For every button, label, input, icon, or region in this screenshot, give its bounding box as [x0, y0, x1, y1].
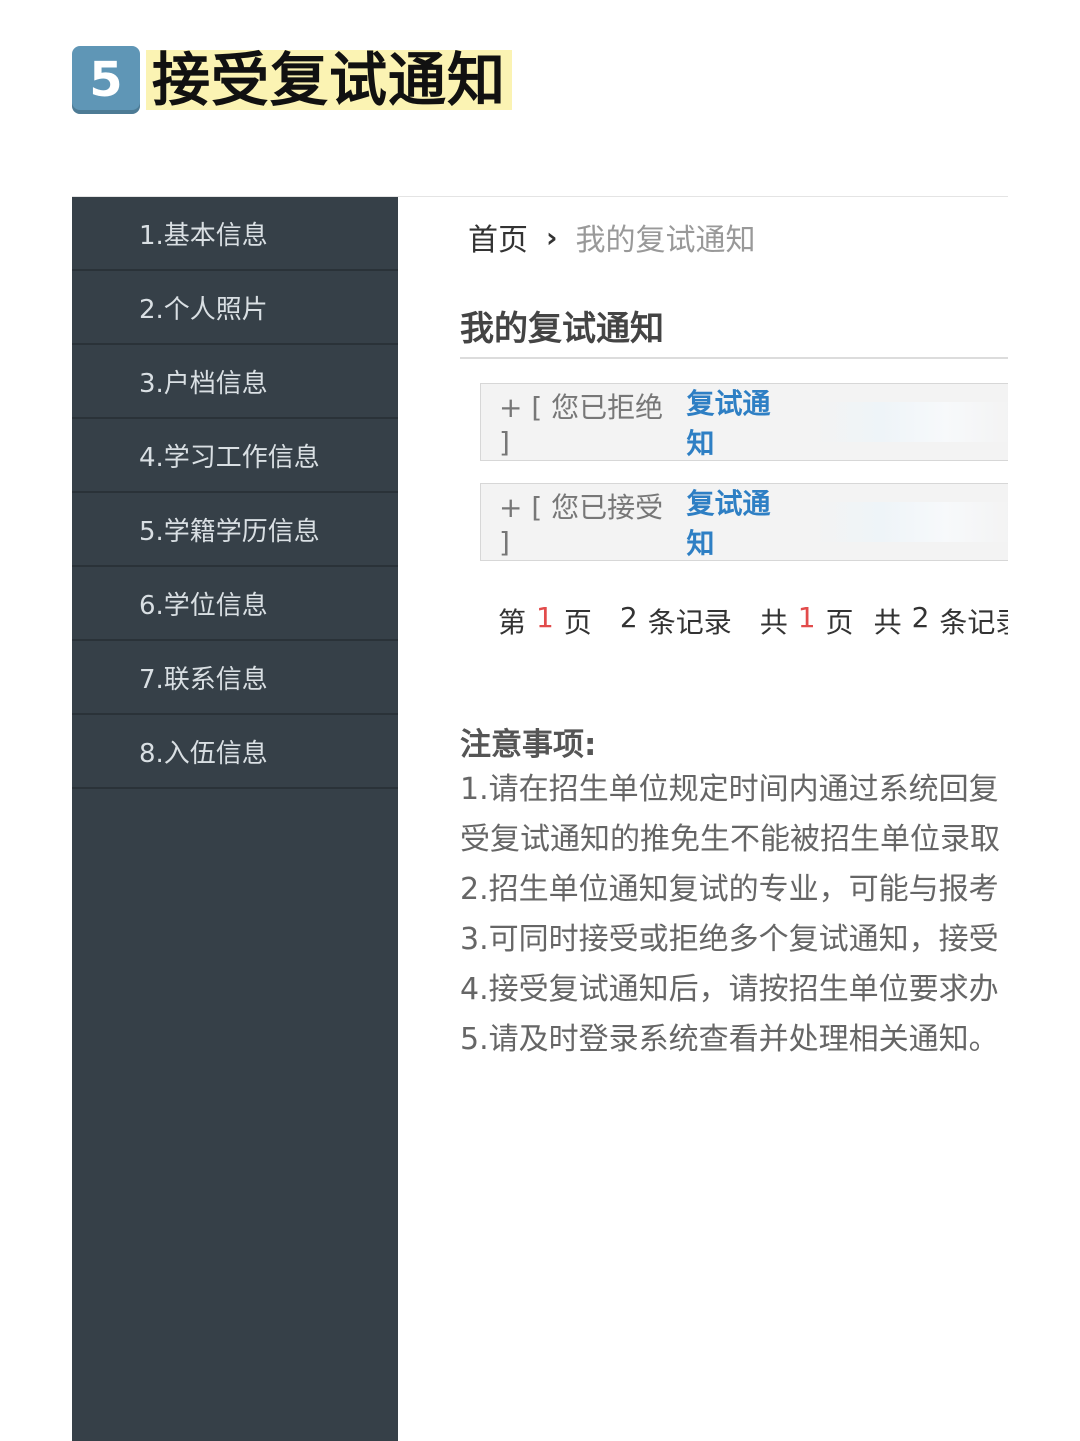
sidebar-item-10[interactable]: 7.联系信息 — [72, 641, 398, 715]
pager-text: 条记录 — [939, 606, 1008, 639]
breadcrumb-home-link[interactable]: 首页 — [468, 215, 528, 259]
sidebar-item-6[interactable]: 3.户档信息 — [72, 345, 398, 419]
notice-status: + [ 您已拒绝 ] — [499, 390, 664, 459]
main-content: 首页 › 我的复试通知 我的复试通知 + [ 您已拒绝 ] 复试通知 + [ 您… — [398, 197, 1008, 1441]
sidebar-item-label: 8.入伍信息 — [139, 738, 268, 769]
notice-status: + [ 您已接受 ] — [499, 490, 664, 559]
section-heading: 5 接受复试通知 — [72, 44, 513, 116]
sidebar-item-label: 4.学习工作信息 — [139, 442, 320, 473]
notice-row-accepted[interactable]: + [ 您已接受 ] 复试通知 — [480, 483, 1008, 561]
sidebar-item-5[interactable]: 2.个人照片 — [72, 271, 398, 345]
pager-total-records: 2 — [911, 601, 930, 634]
note-line: 1.请在招生单位规定时间内通过系统回复 — [460, 772, 999, 807]
sidebar-item-8[interactable]: 5.学籍学历信息 — [72, 493, 398, 567]
sidebar-item-label: 7.联系信息 — [139, 664, 268, 695]
pager-text: 页 — [825, 606, 854, 639]
pager-text: 页 — [563, 606, 592, 639]
pager-text: 共 — [873, 606, 902, 639]
pagination-info: 第 1 页 2 条记录 共 1 页 共 2 条记录 — [498, 601, 1008, 641]
pager-count: 2 — [619, 601, 638, 634]
sidebar-item-11[interactable]: 8.入伍信息 — [72, 715, 398, 789]
sidebar-item-label: 5.学籍学历信息 — [139, 516, 320, 547]
breadcrumb: 首页 › 我的复试通知 — [468, 215, 756, 259]
breadcrumb-current: 我的复试通知 — [575, 223, 756, 258]
page-title: 我的复试通知 — [460, 309, 664, 349]
notice-link[interactable]: 复试通知 — [687, 382, 796, 462]
note-line: 3.可同时接受或拒绝多个复试通知，接受 — [460, 922, 999, 957]
pager-current-page: 1 — [536, 601, 554, 634]
sidebar-item-label: 3.户档信息 — [139, 368, 268, 399]
pager-text: 条记录 — [647, 606, 732, 639]
number-badge: 5 — [72, 46, 140, 114]
sidebar-item-label: 2.个人照片 — [139, 294, 268, 325]
section-heading-text: 接受复试通知 — [146, 50, 513, 110]
screenshot-frame: >确认推免资格>报名注意事项>填报个人信息1.基本信息2.个人照片3.户档信息4… — [72, 196, 1008, 1441]
sidebar-item-4[interactable]: 1.基本信息 — [72, 197, 398, 271]
pager-text: 第 — [498, 606, 527, 639]
notice-row-declined[interactable]: + [ 您已拒绝 ] 复试通知 — [480, 383, 1008, 461]
sidebar-item-label: 1.基本信息 — [139, 220, 268, 251]
note-line: 受复试通知的推免生不能被招生单位录取 — [460, 822, 1000, 857]
sidebar-item-label: 6.学位信息 — [139, 590, 268, 621]
sidebar-item-7[interactable]: 4.学习工作信息 — [72, 419, 398, 493]
pager-text: 共 — [759, 606, 788, 639]
redacted-detail — [815, 502, 1008, 542]
note-line: 5.请及时登录系统查看并处理相关通知。 — [460, 1022, 999, 1057]
note-line: 2.招生单位通知复试的专业，可能与报考 — [460, 872, 999, 907]
note-line: 4.接受复试通知后，请按招生单位要求办 — [460, 972, 999, 1007]
sidebar-item-9[interactable]: 6.学位信息 — [72, 567, 398, 641]
sidebar-nav: >确认推免资格>报名注意事项>填报个人信息1.基本信息2.个人照片3.户档信息4… — [72, 197, 499, 1441]
notes-list: 1.请在招生单位规定时间内通过系统回复 受复试通知的推免生不能被招生单位录取 2… — [460, 765, 1008, 1065]
notice-link[interactable]: 复试通知 — [687, 482, 796, 562]
notes-title: 注意事项: — [460, 727, 597, 763]
pager-total-pages: 1 — [797, 601, 816, 634]
redacted-detail — [815, 402, 1008, 442]
title-divider — [460, 357, 1008, 359]
chevron-right-icon: › — [546, 220, 558, 254]
